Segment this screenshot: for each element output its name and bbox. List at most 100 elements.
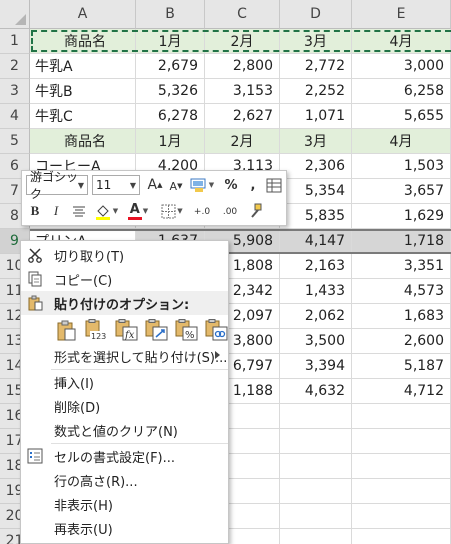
cell-e16[interactable] (352, 404, 451, 429)
cell-d2[interactable]: 2,772 (280, 54, 352, 79)
cell-e19[interactable] (352, 479, 451, 504)
fill-color-button[interactable]: ▼ (92, 201, 120, 221)
cell-d1[interactable]: 3月 (280, 29, 352, 54)
cell-d5[interactable]: 3月 (280, 129, 352, 154)
cell-a1[interactable]: 商品名 (30, 29, 136, 54)
menu-item-hide[interactable]: 非表示(H) (21, 492, 228, 516)
shrink-font-button[interactable]: A ▼ (168, 176, 184, 196)
grow-font-button[interactable]: A ▲ (147, 175, 163, 195)
font-color-button[interactable]: A ▼ (124, 201, 152, 221)
cell-c5[interactable]: 2月 (205, 129, 280, 154)
cell-d4[interactable]: 1,071 (280, 104, 352, 129)
align-center-button[interactable] (69, 201, 89, 221)
format-painter-button[interactable] (246, 201, 266, 221)
menu-item-format-cells[interactable]: セルの書式設定(F)... (21, 444, 228, 468)
menu-item-unhide[interactable]: 再表示(U) (21, 516, 228, 540)
column-header-b[interactable]: B (136, 0, 205, 29)
row-header[interactable]: 4 (0, 104, 30, 129)
cell-d11[interactable]: 1,433 (280, 279, 352, 304)
column-header-e[interactable]: E (352, 0, 451, 29)
cell-d17[interactable] (280, 429, 352, 454)
menu-item-clear-contents[interactable]: 数式と値のクリア(N) (21, 418, 228, 442)
menu-item-paste-special[interactable]: 形式を選択して貼り付け(S)... (21, 344, 228, 368)
borders-button[interactable]: ▼ (158, 201, 186, 221)
column-header-d[interactable]: D (280, 0, 352, 29)
menu-item-row-height[interactable]: 行の高さ(R)... (21, 468, 228, 492)
row-header[interactable]: 2 (0, 54, 30, 79)
cell-d20[interactable] (280, 504, 352, 529)
italic-button[interactable]: I (47, 201, 65, 221)
select-all-corner[interactable] (0, 0, 30, 29)
font-size-box[interactable]: 11 ▼ (92, 175, 140, 195)
font-name-box[interactable]: 游ゴシック ▼ (26, 170, 88, 201)
cell-e11[interactable]: 4,573 (352, 279, 451, 304)
cell-b4[interactable]: 6,278 (136, 104, 205, 129)
cell-e9[interactable]: 1,718 (352, 229, 451, 254)
cell-a3[interactable]: 牛乳B (30, 79, 136, 104)
paste-values-button[interactable]: 123 (81, 316, 111, 344)
cell-d19[interactable] (280, 479, 352, 504)
row-header[interactable]: 3 (0, 79, 30, 104)
paste-formatting-button[interactable]: % (171, 316, 201, 344)
menu-item-insert[interactable]: 挿入(I) (21, 370, 228, 394)
row-header[interactable]: 5 (0, 129, 30, 154)
cell-e4[interactable]: 5,655 (352, 104, 451, 129)
cell-d9[interactable]: 4,147 (280, 229, 352, 254)
cell-e21[interactable] (352, 529, 451, 544)
cell-d8[interactable]: 5,835 (280, 204, 352, 229)
menu-item-cut[interactable]: 切り取り(T) (21, 243, 228, 267)
percent-style-button[interactable]: % (222, 175, 240, 195)
cell-b2[interactable]: 2,679 (136, 54, 205, 79)
cell-e8[interactable]: 1,629 (352, 204, 451, 229)
cell-b1[interactable]: 1月 (136, 29, 205, 54)
cell-d3[interactable]: 2,252 (280, 79, 352, 104)
cell-a5[interactable]: 商品名 (30, 129, 136, 154)
paste-formulas-button[interactable]: fx (111, 316, 141, 344)
menu-item-copy[interactable]: コピー(C) (21, 267, 228, 291)
cell-e20[interactable] (352, 504, 451, 529)
cell-a2[interactable]: 牛乳A (30, 54, 136, 79)
cell-d14[interactable]: 3,394 (280, 354, 352, 379)
cell-d15[interactable]: 4,632 (280, 379, 352, 404)
cell-c1[interactable]: 2月 (205, 29, 280, 54)
cell-c4[interactable]: 2,627 (205, 104, 280, 129)
column-header-c[interactable]: C (205, 0, 280, 29)
cell-e15[interactable]: 4,712 (352, 379, 451, 404)
paste-link-button[interactable] (201, 316, 231, 344)
cell-b3[interactable]: 5,326 (136, 79, 205, 104)
cell-e7[interactable]: 3,657 (352, 179, 451, 204)
format-table-button[interactable] (264, 175, 284, 195)
cell-e12[interactable]: 1,683 (352, 304, 451, 329)
cell-a4[interactable]: 牛乳C (30, 104, 136, 129)
menu-item-delete[interactable]: 削除(D) (21, 394, 228, 418)
column-header-a[interactable]: A (30, 0, 136, 29)
cell-e1[interactable]: 4月 (352, 29, 451, 54)
comma-style-button[interactable]: , (246, 175, 260, 195)
increase-decimal-button[interactable]: +.0 (190, 202, 214, 222)
cell-c3[interactable]: 3,153 (205, 79, 280, 104)
cell-e18[interactable] (352, 454, 451, 479)
cell-b5[interactable]: 1月 (136, 129, 205, 154)
paste-transpose-button[interactable] (141, 316, 171, 344)
cell-e10[interactable]: 3,351 (352, 254, 451, 279)
cell-e3[interactable]: 6,258 (352, 79, 451, 104)
cell-d18[interactable] (280, 454, 352, 479)
cell-d7[interactable]: 5,354 (280, 179, 352, 204)
decrease-decimal-button[interactable]: .00 (218, 202, 242, 222)
cell-c2[interactable]: 2,800 (205, 54, 280, 79)
cell-d13[interactable]: 3,500 (280, 329, 352, 354)
row-header[interactable]: 1 (0, 29, 30, 54)
cell-d16[interactable] (280, 404, 352, 429)
cell-e6[interactable]: 1,503 (352, 154, 451, 179)
cell-e2[interactable]: 3,000 (352, 54, 451, 79)
cell-e13[interactable]: 2,600 (352, 329, 451, 354)
bold-button[interactable]: B (26, 201, 44, 221)
cell-d12[interactable]: 2,062 (280, 304, 352, 329)
cell-d10[interactable]: 2,163 (280, 254, 352, 279)
paste-button[interactable] (51, 316, 81, 344)
number-format-button[interactable]: ▼ (188, 175, 216, 195)
cell-e14[interactable]: 5,187 (352, 354, 451, 379)
cell-e17[interactable] (352, 429, 451, 454)
cell-d21[interactable] (280, 529, 352, 544)
cell-e5[interactable]: 4月 (352, 129, 451, 154)
